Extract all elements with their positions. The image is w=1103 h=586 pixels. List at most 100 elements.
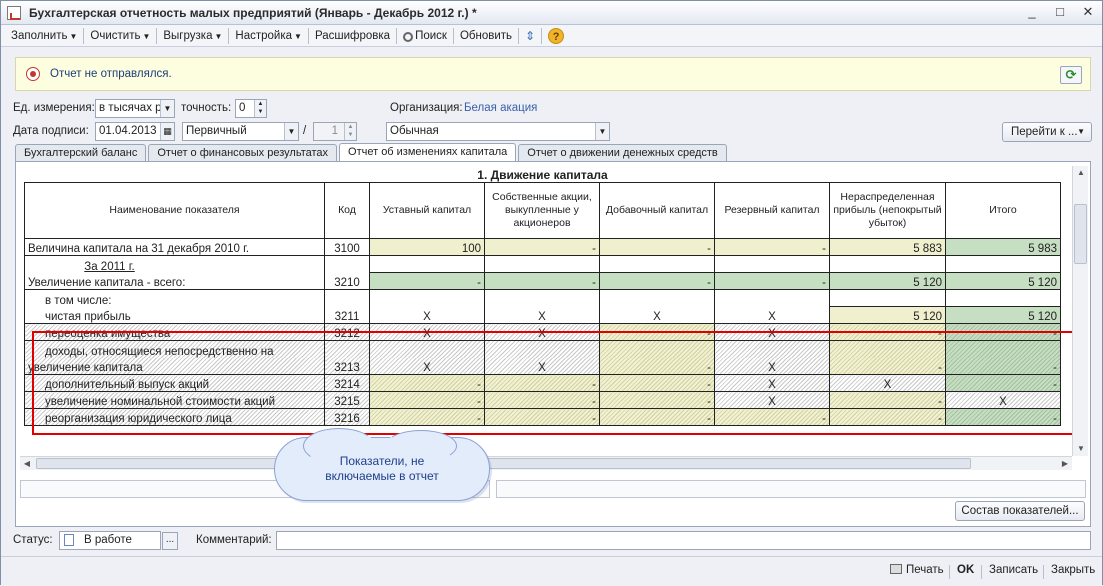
dropdown-arrow-icon: ▼ <box>1077 127 1085 136</box>
table-cell[interactable]: - <box>714 408 830 426</box>
signature-date-field[interactable]: 01.04.2013 ▦ <box>95 122 175 141</box>
chevron-down-icon[interactable]: ▼ <box>160 100 174 117</box>
row-code: 3212 <box>324 323 370 341</box>
table-cell: X <box>714 306 830 324</box>
cell-note-field[interactable] <box>496 480 1086 498</box>
document-icon <box>64 534 74 546</box>
refresh-status-button[interactable]: ⟳ <box>1060 66 1082 84</box>
horizontal-scrollbar[interactable]: ◀ ▶ <box>20 456 1072 470</box>
row-name: реорганизация юридического лица <box>24 408 325 426</box>
search-button[interactable]: Поиск <box>399 27 451 45</box>
export-menu-button[interactable]: Выгрузка ▼ <box>159 27 226 45</box>
status-label: Статус: <box>13 534 53 546</box>
table-cell[interactable]: 100 <box>369 238 485 256</box>
column-header: Резервный капитал <box>714 182 830 239</box>
tab-financial-results[interactable]: Отчет о финансовых результатах <box>148 144 338 162</box>
horizontal-scroll-thumb[interactable] <box>36 458 971 469</box>
table-cell[interactable]: - <box>829 357 946 375</box>
report-kind-select[interactable]: Обычная ▼ <box>386 122 610 141</box>
table-row: переоценка имущества 3212 X X - X - - <box>24 323 1061 341</box>
table-cell[interactable]: - <box>369 374 485 392</box>
chevron-down-icon[interactable]: ▼ <box>595 123 609 140</box>
indicators-composition-button[interactable]: Состав показателей... <box>955 501 1085 521</box>
table-cell[interactable]: - <box>714 238 830 256</box>
table-cell <box>945 255 1061 273</box>
spreadsheet-area[interactable]: 1. Движение капитала Наименование показа… <box>20 166 1072 456</box>
scroll-down-icon[interactable]: ▼ <box>1073 442 1089 456</box>
table-cell[interactable]: - <box>599 357 715 375</box>
table-cell: 5 120 <box>945 272 1061 290</box>
dropdown-arrow-icon: ▼ <box>214 31 223 41</box>
table-cell[interactable]: - <box>599 374 715 392</box>
status-select-button[interactable]: ... <box>162 532 178 550</box>
table-cell[interactable]: - <box>484 391 600 409</box>
row-name: дополнительный выпуск акций <box>24 374 325 392</box>
period-heading: За 2011 г. <box>24 255 325 273</box>
status-field[interactable]: В работе <box>59 531 161 550</box>
breakdown-button[interactable]: Расшифровка <box>311 27 394 45</box>
table-cell <box>714 340 830 358</box>
tab-cash-flows[interactable]: Отчет о движении денежных средств <box>518 144 727 162</box>
comment-field[interactable] <box>276 531 1091 550</box>
fill-menu-button[interactable]: Заполнить ▼ <box>7 27 81 45</box>
vertical-scroll-thumb[interactable] <box>1074 204 1087 264</box>
settings-menu-button[interactable]: Настройка ▼ <box>231 27 306 45</box>
table-cell[interactable]: - <box>369 408 485 426</box>
table-cell[interactable]: - <box>829 323 946 341</box>
help-icon[interactable]: ? <box>548 27 565 44</box>
chevron-down-icon[interactable]: ▼ <box>284 123 298 140</box>
table-row: Величина капитала на 31 декабря 2010 г. … <box>24 238 1061 256</box>
precision-stepper[interactable]: 0 ▲ ▼ <box>235 99 267 118</box>
button-separator <box>981 565 982 579</box>
table-cell[interactable]: - <box>484 408 600 426</box>
goto-button[interactable]: Перейти к ... ▼ <box>1002 122 1092 142</box>
report-type-select[interactable]: Первичный ▼ <box>182 122 299 141</box>
scroll-right-icon[interactable]: ▶ <box>1058 457 1072 471</box>
maximize-icon[interactable]: □ <box>1052 4 1068 20</box>
unit-select[interactable]: в тысячах р ▼ <box>95 99 175 118</box>
scroll-up-icon[interactable]: ▲ <box>1073 166 1089 180</box>
table-cell[interactable]: - <box>829 391 946 409</box>
close-icon[interactable]: ✕ <box>1080 4 1096 20</box>
save-button[interactable]: Записать <box>989 564 1038 576</box>
table-cell: X <box>945 391 1061 409</box>
dropdown-arrow-icon: ▼ <box>142 31 151 41</box>
table-cell[interactable]: - <box>369 391 485 409</box>
row-name: в том числе: <box>24 289 325 307</box>
table-cell[interactable]: - <box>599 323 715 341</box>
minimize-icon[interactable]: _ <box>1024 4 1040 20</box>
table-cell: X <box>714 357 830 375</box>
table-cell[interactable]: 5 120 <box>829 306 946 324</box>
table-cell[interactable]: 5 883 <box>829 238 946 256</box>
calendar-icon[interactable]: ▦ <box>160 123 174 140</box>
ok-button[interactable]: OK <box>957 564 974 576</box>
table-cell[interactable]: - <box>599 238 715 256</box>
vertical-scrollbar[interactable]: ▲ ▼ <box>1072 166 1088 456</box>
table-cell[interactable]: - <box>484 374 600 392</box>
table-cell[interactable]: - <box>829 408 946 426</box>
table-cell[interactable]: - <box>484 238 600 256</box>
unit-value: в тысячах р <box>99 102 162 114</box>
send-status-infobar: Отчет не отправлялся. ⟳ <box>15 57 1091 91</box>
tab-capital-changes[interactable]: Отчет об изменениях капитала <box>339 143 517 162</box>
clear-menu-button[interactable]: Очистить ▼ <box>86 27 154 45</box>
row-name: увеличение капитала <box>24 357 325 375</box>
precision-label: точность: <box>181 102 232 114</box>
tab-balance-sheet[interactable]: Бухгалтерский баланс <box>15 144 147 162</box>
table-cell <box>369 255 485 273</box>
close-button[interactable]: Закрыть <box>1051 564 1095 576</box>
table-cell[interactable]: - <box>599 391 715 409</box>
organization-label: Организация: <box>390 102 463 114</box>
table-cell <box>324 255 370 273</box>
scroll-left-icon[interactable]: ◀ <box>20 457 34 471</box>
spin-arrows-icon[interactable]: ▲ ▼ <box>254 100 266 117</box>
settings-label: Настройка <box>235 29 293 42</box>
refresh-button[interactable]: Обновить <box>456 27 516 45</box>
export-label: Выгрузка <box>163 29 213 42</box>
organization-link[interactable]: Белая акация <box>464 102 537 114</box>
print-button[interactable]: Печать <box>890 564 944 576</box>
signature-date-label: Дата подписи: <box>13 125 89 137</box>
navigate-sections-icon[interactable]: ⇕ <box>525 29 535 43</box>
table-cell[interactable]: - <box>599 408 715 426</box>
table-cell <box>945 340 1061 358</box>
